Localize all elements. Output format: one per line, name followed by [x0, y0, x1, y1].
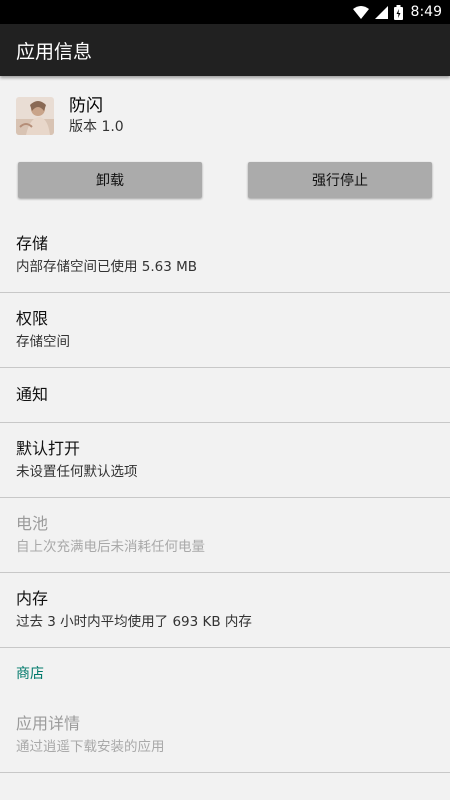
store-category-header: 商店 [16, 666, 44, 682]
page-title: 应用信息 [16, 40, 93, 63]
open-by-default-title: 默认打开 [16, 439, 81, 458]
app-icon [16, 97, 54, 135]
wifi-icon [352, 5, 369, 19]
storage-item[interactable]: 存储 内部存储空间已使用 5.63 MB [0, 218, 450, 293]
app-details-subtitle: 通过逍遥下载安装的应用 [16, 739, 165, 755]
permissions-item[interactable]: 权限 存储空间 [0, 293, 450, 368]
battery-subtitle: 自上次充满电后未消耗任何电量 [16, 539, 205, 555]
app-details-item: 应用详情 通过逍遥下载安装的应用 [0, 698, 450, 773]
notifications-title: 通知 [16, 385, 49, 404]
memory-subtitle: 过去 3 小时内平均使用了 693 KB 内存 [16, 614, 252, 630]
open-by-default-item[interactable]: 默认打开 未设置任何默认选项 [0, 423, 450, 498]
storage-title: 存储 [16, 234, 49, 253]
uninstall-button[interactable]: 卸载 [18, 162, 202, 198]
status-time: 8:49 [410, 4, 442, 20]
permissions-title: 权限 [16, 309, 49, 328]
notifications-item[interactable]: 通知 [0, 368, 450, 423]
app-name: 防闪 [69, 96, 103, 116]
app-version: 版本 1.0 [69, 119, 124, 135]
status-bar: 8:49 [0, 0, 450, 24]
force-stop-button[interactable]: 强行停止 [248, 162, 432, 198]
battery-item: 电池 自上次充满电后未消耗任何电量 [0, 498, 450, 573]
app-header: 防闪 版本 1.0 [0, 76, 450, 138]
battery-title: 电池 [16, 514, 49, 533]
cell-signal-icon [374, 5, 388, 19]
action-buttons: 卸载 强行停止 [0, 162, 450, 198]
permissions-subtitle: 存储空间 [16, 334, 70, 350]
settings-list: 存储 内部存储空间已使用 5.63 MB 权限 存储空间 通知 默认打开 未设置… [0, 218, 450, 773]
memory-item[interactable]: 内存 过去 3 小时内平均使用了 693 KB 内存 [0, 573, 450, 648]
storage-subtitle: 内部存储空间已使用 5.63 MB [16, 259, 198, 275]
app-bar: 应用信息 [0, 24, 450, 76]
memory-title: 内存 [16, 589, 49, 608]
app-details-title: 应用详情 [16, 714, 81, 733]
battery-icon [393, 4, 403, 20]
open-by-default-subtitle: 未设置任何默认选项 [16, 464, 138, 480]
